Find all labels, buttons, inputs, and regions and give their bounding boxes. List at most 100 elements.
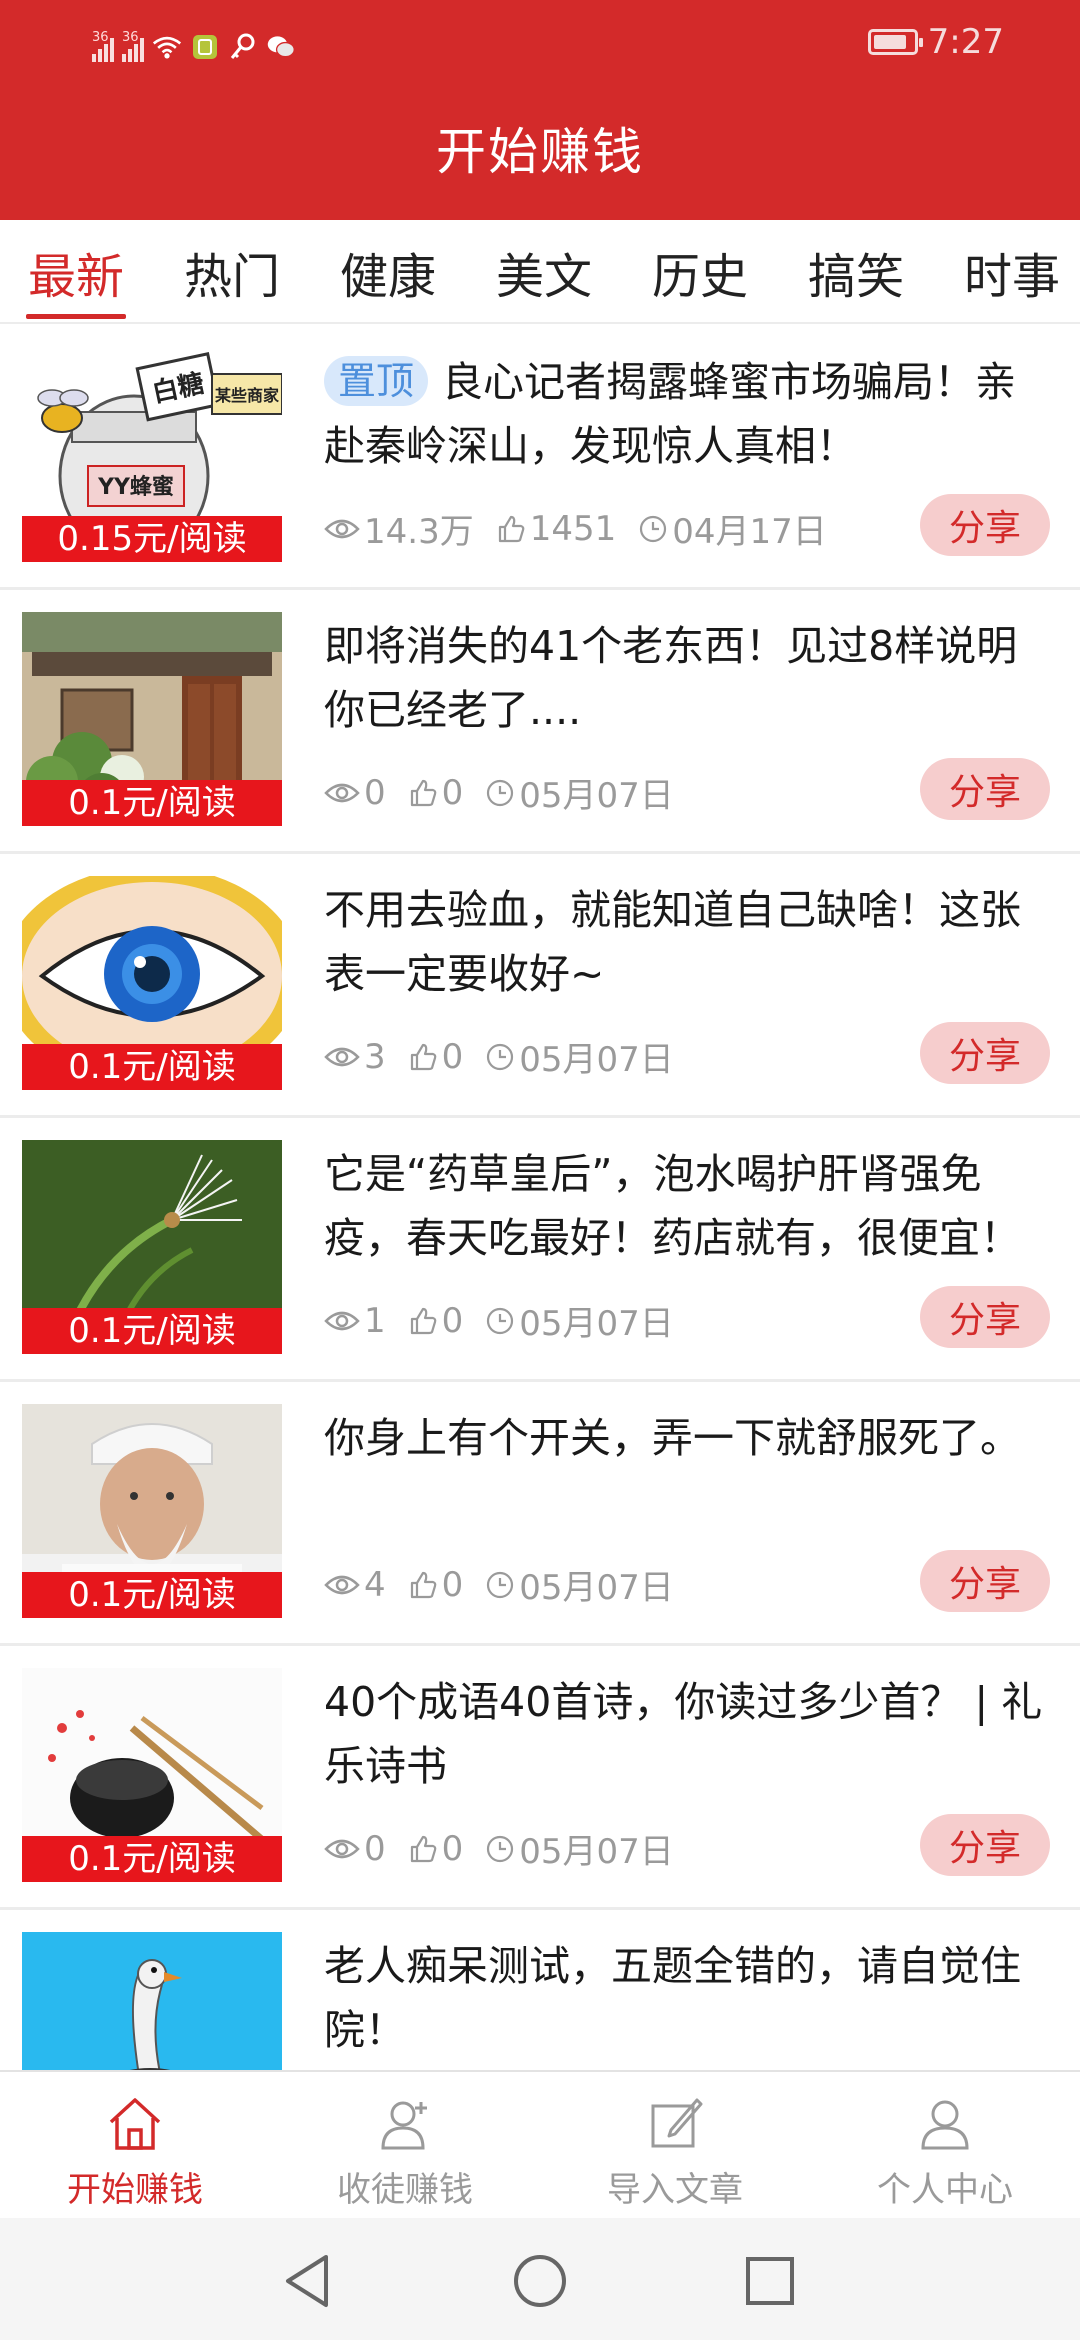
article-thumbnail: 0.1元/阅读 — [22, 1140, 282, 1354]
wechat-icon — [266, 32, 296, 62]
home-button[interactable] — [505, 2246, 575, 2316]
signal-1-label: 36 — [92, 30, 109, 45]
key-icon — [228, 32, 258, 62]
views-eye-icon — [324, 1839, 360, 1858]
publish-date: 05月07日 — [519, 1568, 674, 1608]
clock: 7:27 — [927, 22, 1004, 62]
nav-label: 导入文章 — [607, 2170, 743, 2210]
app-notification-icon — [190, 32, 220, 62]
views-count: 14.3万 — [364, 512, 474, 552]
publish-date: 04月17日 — [672, 512, 827, 552]
list-item[interactable]: 0.1元/阅读 即将消失的41个老东西！见过8样说明你已经老了.... 0 0 … — [0, 590, 1080, 854]
reward-price-badge: 0.15元/阅读 — [22, 516, 282, 562]
views-count: 0 — [364, 772, 386, 813]
like-thumb-icon — [410, 779, 436, 806]
nav-recruit-earning[interactable]: 收徒赚钱 — [270, 2072, 540, 2220]
like-thumb-icon — [410, 1571, 436, 1598]
article-list[interactable]: 白糖 某些商家 YY蜂蜜 0.15元/阅读 置顶 良心记者揭露蜂蜜市场骗局！亲赴秦… — [0, 326, 1080, 2070]
list-item[interactable]: 0.1元/阅读 不用去验血，就能知道自己缺啥！这张表一定要收好~ 3 0 05月… — [0, 854, 1080, 1118]
bottom-navigation: 开始赚钱 收徒赚钱 导入文章 个人中心 — [0, 2070, 1080, 2218]
article-thumbnail — [22, 1932, 282, 2070]
article-title[interactable]: 它是“药草皇后”，泡水喝护肝肾强免疫，春天吃最好！药店就有，很便宜！ — [324, 1142, 1054, 1270]
clock-icon — [487, 1307, 514, 1334]
nav-profile[interactable]: 个人中心 — [810, 2072, 1080, 2220]
reward-price-badge: 0.1元/阅读 — [22, 780, 282, 826]
likes-count: 1451 — [529, 508, 617, 549]
article-title-text: 良心记者揭露蜂蜜市场骗局！亲赴秦岭深山，发现惊人真相！ — [324, 358, 1017, 470]
reward-price-badge: 0.1元/阅读 — [22, 1572, 282, 1618]
views-eye-icon — [324, 1575, 360, 1594]
article-title[interactable]: 你身上有个开关，弄一下就舒服死了。 — [324, 1406, 1054, 1470]
edit-icon — [651, 2098, 703, 2148]
tab-funny[interactable]: 搞笑 — [794, 220, 918, 324]
like-thumb-icon — [410, 1043, 436, 1070]
add-user-icon — [381, 2101, 427, 2150]
clock-icon — [487, 1043, 514, 1070]
article-thumbnail: 白糖 某些商家 YY蜂蜜 0.15元/阅读 — [22, 348, 282, 562]
tab-hot[interactable]: 热门 — [170, 220, 294, 324]
nav-label: 收徒赚钱 — [337, 2170, 473, 2210]
list-item[interactable]: 0.1元/阅读 你身上有个开关，弄一下就舒服死了。 4 0 05月07日 分享 — [0, 1382, 1080, 1646]
tab-news[interactable]: 时事 — [950, 220, 1074, 324]
article-title[interactable]: 不用去验血，就能知道自己缺啥！这张表一定要收好~ — [324, 878, 1054, 1006]
like-thumb-icon — [498, 515, 525, 542]
nav-label: 开始赚钱 — [67, 2170, 203, 2210]
app-root: 36 36 7:27 开始赚钱 最新 热门 健康 美文 历史 搞笑 时事 白糖 … — [0, 0, 1080, 2340]
tab-health[interactable]: 健康 — [326, 220, 450, 324]
user-icon — [921, 2100, 969, 2150]
article-meta: 0 0 05月07日 — [324, 768, 696, 817]
wifi-icon — [152, 32, 182, 62]
like-thumb-icon — [410, 1307, 436, 1334]
nav-label: 个人中心 — [877, 2170, 1013, 2210]
likes-count: 0 — [441, 1036, 464, 1077]
views-count: 4 — [364, 1564, 386, 1605]
publish-date: 05月07日 — [519, 1304, 674, 1344]
share-button[interactable]: 分享 — [920, 494, 1050, 556]
article-title[interactable]: 置顶 良心记者揭露蜂蜜市场骗局！亲赴秦岭深山，发现惊人真相！ — [324, 350, 1054, 478]
share-button[interactable]: 分享 — [920, 1022, 1050, 1084]
status-icons-left: 36 36 — [92, 22, 296, 62]
likes-count: 0 — [441, 1828, 464, 1869]
article-title[interactable]: 即将消失的41个老东西！见过8样说明你已经老了.... — [324, 614, 1054, 742]
article-meta: 1 0 05月07日 — [324, 1296, 696, 1345]
views-eye-icon — [324, 519, 360, 538]
share-button[interactable]: 分享 — [920, 1814, 1050, 1876]
back-triangle-icon — [286, 2255, 328, 2307]
article-thumbnail: 0.1元/阅读 — [22, 612, 282, 826]
home-circle-icon — [514, 2255, 566, 2307]
signal-2-icon: 36 — [122, 30, 144, 62]
tab-latest[interactable]: 最新 — [14, 220, 138, 324]
recents-square-icon — [746, 2257, 794, 2305]
app-header: 36 36 7:27 开始赚钱 — [0, 0, 1080, 220]
article-title[interactable]: 老人痴呆测试，五题全错的，请自觉住院！ — [324, 1934, 1054, 2062]
share-button[interactable]: 分享 — [920, 1286, 1050, 1348]
reward-price-badge: 0.1元/阅读 — [22, 1308, 282, 1354]
recents-button[interactable] — [735, 2246, 805, 2316]
reward-price-badge: 0.1元/阅读 — [22, 1044, 282, 1090]
list-item[interactable]: 白糖 某些商家 YY蜂蜜 0.15元/阅读 置顶 良心记者揭露蜂蜜市场骗局！亲赴秦… — [0, 326, 1080, 590]
pinned-badge: 置顶 — [324, 356, 429, 406]
list-item[interactable]: 0.1元/阅读 40个成语40首诗，你读过多少首？ | 礼乐诗书 0 0 05月… — [0, 1646, 1080, 1910]
svg-text:YY蜂蜜: YY蜂蜜 — [97, 474, 174, 500]
like-thumb-icon — [410, 1835, 436, 1862]
list-item[interactable]: 老人痴呆测试，五题全错的，请自觉住院！ — [0, 1910, 1080, 2070]
tab-history[interactable]: 历史 — [638, 220, 762, 324]
tab-essays[interactable]: 美文 — [482, 220, 606, 324]
article-meta: 3 0 05月07日 — [324, 1032, 696, 1081]
views-eye-icon — [324, 1047, 360, 1066]
views-count: 0 — [364, 1828, 386, 1869]
nav-start-earning[interactable]: 开始赚钱 — [0, 2072, 270, 2220]
back-button[interactable] — [272, 2246, 342, 2316]
publish-date: 05月07日 — [519, 1040, 674, 1080]
article-meta: 4 0 05月07日 — [324, 1560, 696, 1609]
list-item[interactable]: 0.1元/阅读 它是“药草皇后”，泡水喝护肝肾强免疫，春天吃最好！药店就有，很便… — [0, 1118, 1080, 1382]
clock-icon — [487, 1835, 514, 1862]
signal-1-icon: 36 — [92, 30, 114, 62]
share-button[interactable]: 分享 — [920, 758, 1050, 820]
article-title[interactable]: 40个成语40首诗，你读过多少首？ | 礼乐诗书 — [324, 1670, 1054, 1798]
clock-icon — [487, 1571, 514, 1598]
nav-import-article[interactable]: 导入文章 — [540, 2072, 810, 2220]
share-button[interactable]: 分享 — [920, 1550, 1050, 1612]
publish-date: 05月07日 — [519, 1832, 674, 1872]
svg-text:某些商家: 某些商家 — [214, 386, 280, 405]
